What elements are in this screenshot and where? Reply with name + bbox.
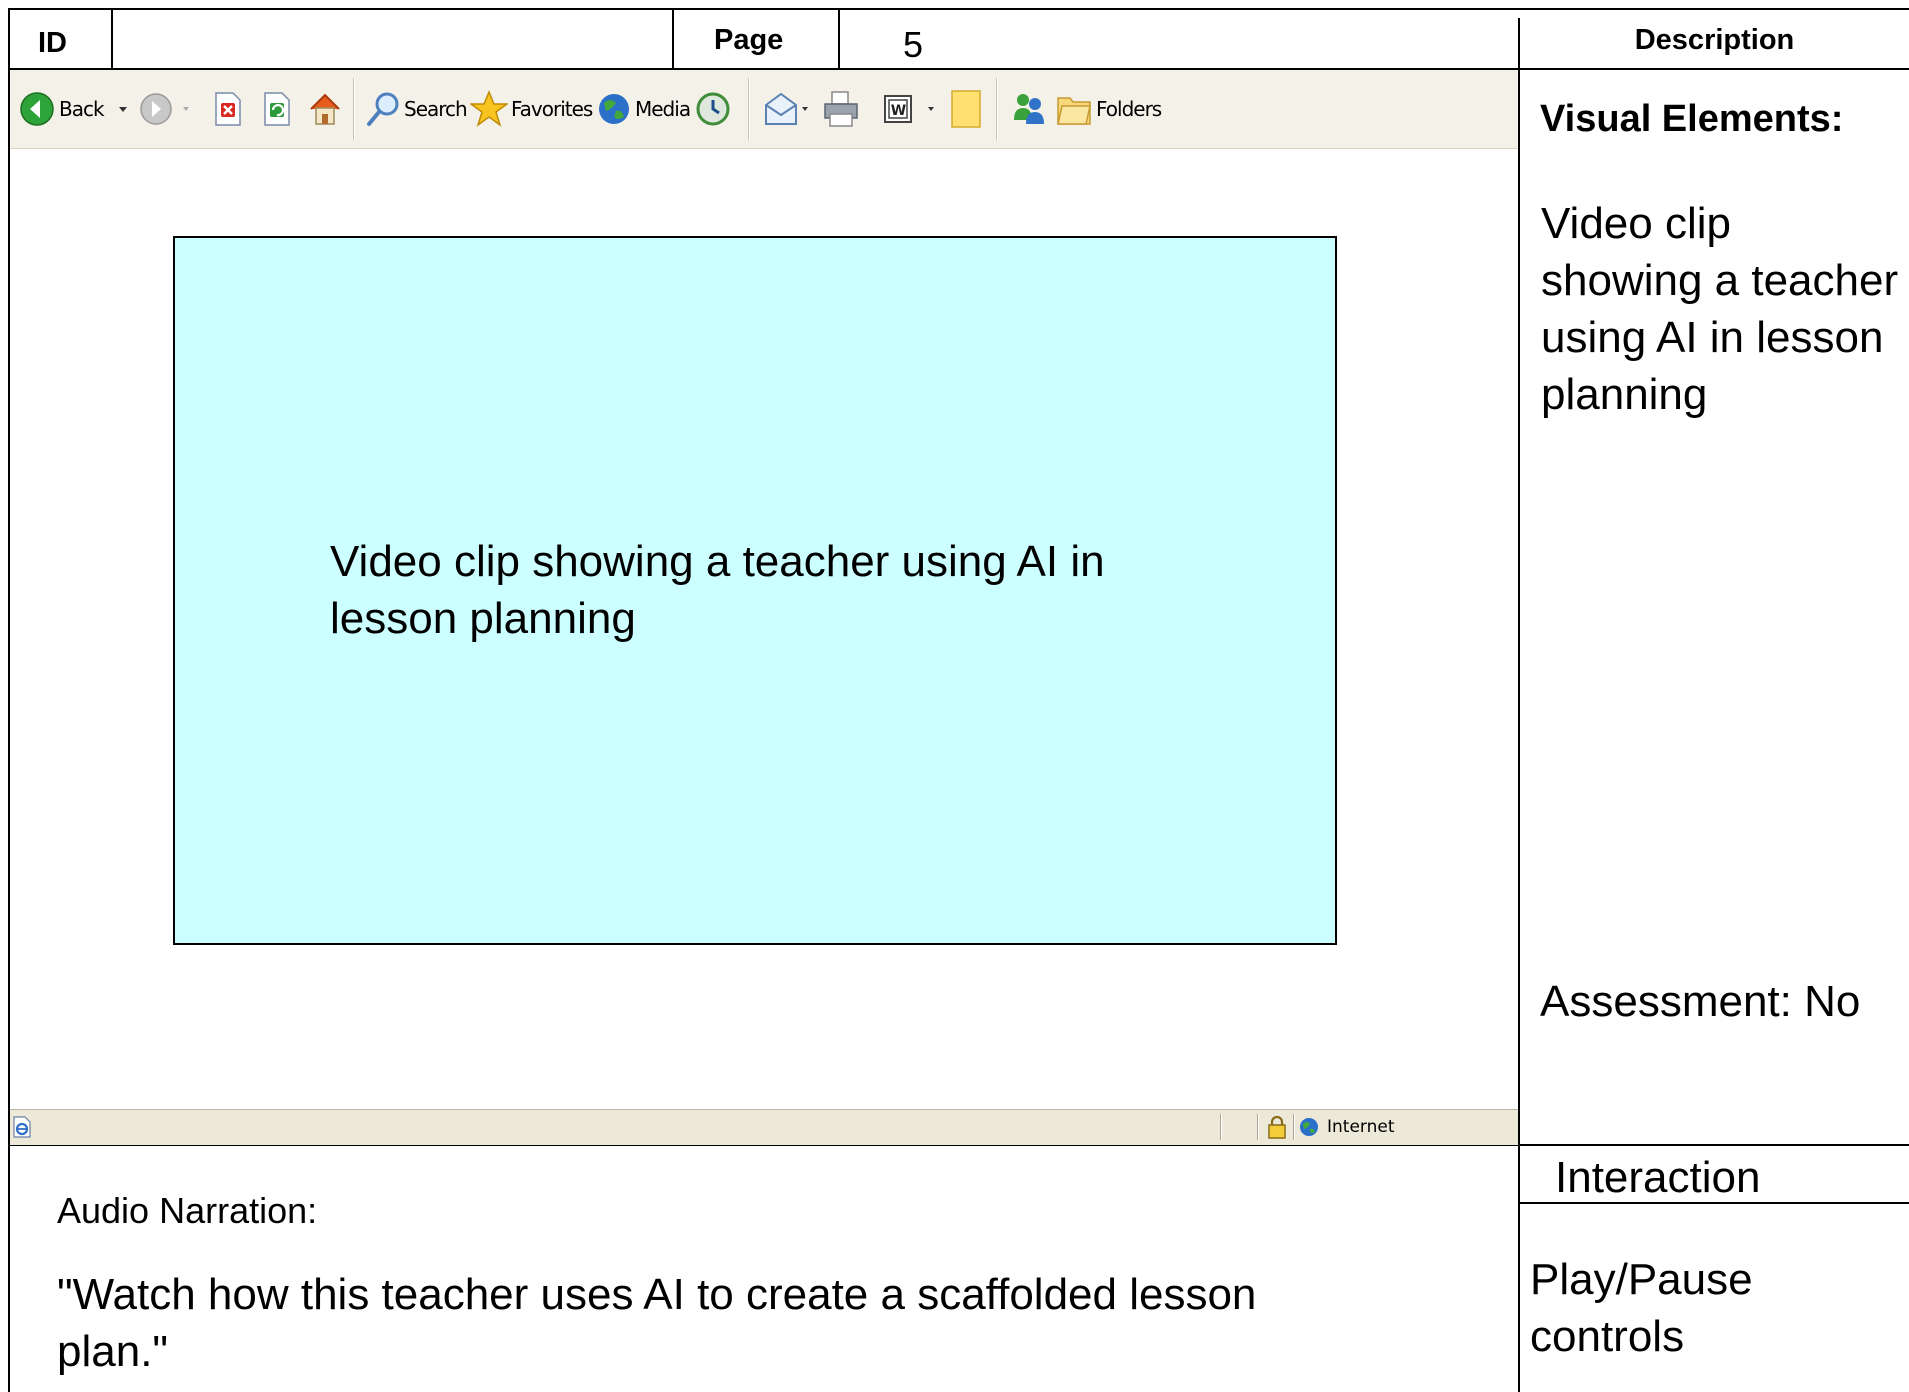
interaction-text: Play/Pause controls	[1530, 1255, 1753, 1361]
status-divider	[1257, 1114, 1259, 1140]
browser-toolbar: Back Search Favorites Media W Folders	[10, 70, 1518, 149]
history-clock-icon	[696, 92, 730, 126]
audio-narration-text: "Watch how this teacher uses AI to creat…	[57, 1270, 1257, 1376]
back-label: Back	[59, 97, 105, 121]
status-divider	[1293, 1114, 1295, 1140]
star-icon	[470, 90, 508, 127]
media-globe-icon	[599, 94, 629, 124]
mail-button[interactable]	[762, 70, 810, 148]
description-header-bottom	[1520, 68, 1909, 70]
page-number: 5	[903, 24, 924, 65]
stop-button[interactable]	[213, 70, 243, 148]
video-placeholder-text: Video clip showing a teacher using AI in…	[330, 537, 1105, 643]
video-placeholder[interactable]: Video clip showing a teacher using AI in…	[173, 236, 1337, 945]
visual-elements-heading: Visual Elements:	[1540, 98, 1844, 140]
discuss-button[interactable]	[950, 70, 982, 148]
lock-icon	[1268, 1115, 1286, 1139]
table-left-border	[8, 8, 10, 1392]
home-button[interactable]	[307, 70, 343, 148]
interaction-heading: Interaction	[1555, 1153, 1761, 1202]
description-header: Description	[1634, 24, 1795, 56]
internet-globe-icon	[1300, 1118, 1318, 1136]
home-icon	[310, 93, 340, 125]
folders-button[interactable]: Folders	[1056, 70, 1162, 148]
table-top-border	[8, 8, 1909, 10]
forward-arrow-icon	[140, 93, 172, 125]
header-divider-1	[111, 8, 113, 68]
mail-icon	[765, 92, 797, 125]
favorites-button[interactable]: Favorites	[470, 70, 593, 148]
edit-button[interactable]: W	[883, 70, 937, 148]
folder-icon	[1057, 97, 1091, 125]
word-document-icon: W	[884, 95, 912, 123]
back-button[interactable]: Back	[20, 70, 130, 148]
audio-narration-label: Audio Narration:	[57, 1190, 318, 1231]
header-divider-3	[838, 8, 840, 68]
forward-button[interactable]	[140, 70, 192, 148]
toolbar-separator	[748, 78, 750, 140]
header-divider-2	[672, 8, 674, 68]
status-divider	[1220, 1114, 1222, 1140]
history-button[interactable]	[695, 70, 731, 148]
back-arrow-icon	[20, 92, 54, 126]
assessment-text: Assessment: No	[1540, 977, 1861, 1026]
interaction-top-border	[1520, 1144, 1909, 1146]
browser-status-bar: Internet	[10, 1109, 1518, 1145]
toolbar-separator	[353, 78, 355, 140]
messenger-icon	[1014, 94, 1044, 124]
stop-icon	[215, 92, 241, 126]
visual-elements-text: Video clip showing a teacher using AI in…	[1541, 199, 1899, 419]
search-label: Search	[404, 97, 468, 121]
print-button[interactable]	[822, 70, 860, 148]
messenger-button[interactable]	[1010, 70, 1048, 148]
main-column-divider	[1518, 18, 1520, 1392]
note-icon	[951, 90, 981, 128]
folders-label: Folders	[1096, 97, 1162, 121]
printer-icon	[824, 91, 858, 127]
svg-text:W: W	[891, 103, 906, 119]
media-button[interactable]: Media	[596, 70, 691, 148]
internet-zone-label: Internet	[1327, 1117, 1395, 1137]
chevron-down-icon	[183, 107, 189, 111]
chevron-down-icon	[928, 107, 934, 111]
page-label: Page	[714, 24, 784, 56]
favorites-label: Favorites	[511, 97, 593, 121]
chevron-down-icon	[118, 107, 127, 112]
search-icon	[367, 92, 399, 126]
refresh-icon	[264, 92, 290, 126]
id-label: ID	[38, 27, 67, 59]
toolbar-separator	[996, 78, 998, 140]
media-label: Media	[635, 97, 691, 121]
ie-page-icon	[13, 1116, 31, 1138]
chevron-down-icon	[802, 107, 808, 111]
refresh-button[interactable]	[262, 70, 292, 148]
search-button[interactable]: Search	[366, 70, 468, 148]
